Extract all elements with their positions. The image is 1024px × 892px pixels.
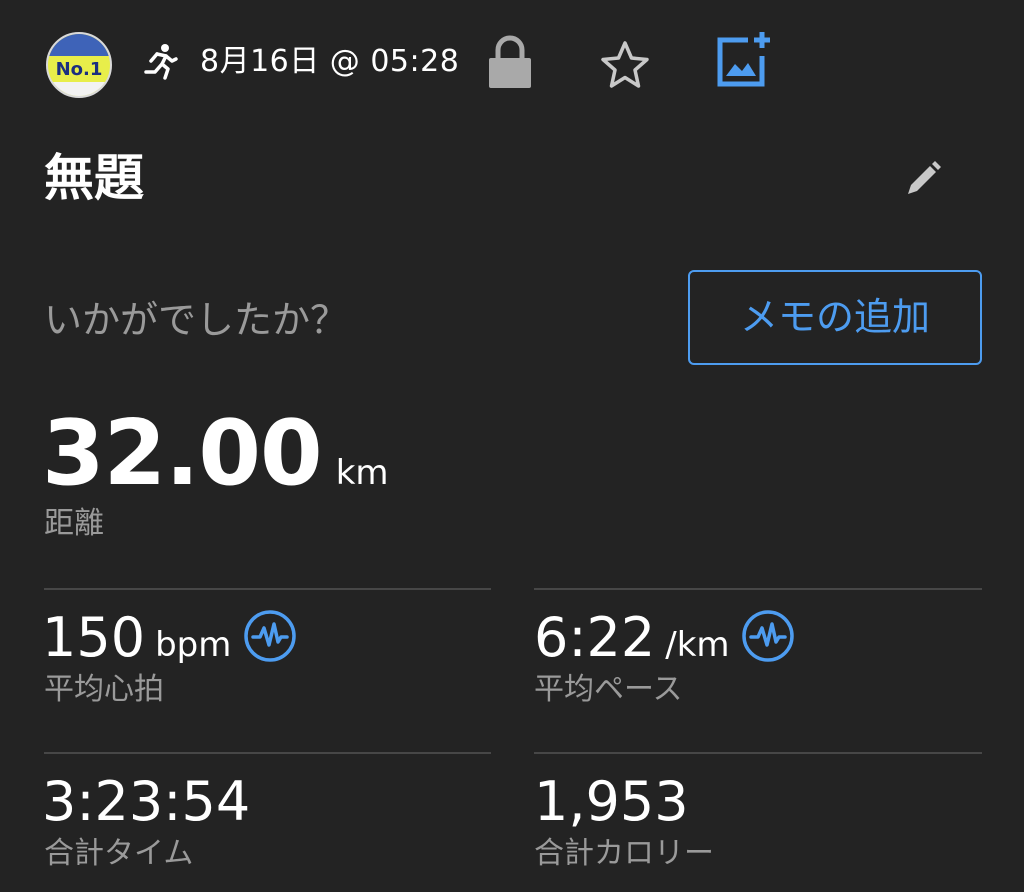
calories-label: 合計カロリー [534,836,714,871]
total-time-value: 3:23:54 [42,770,250,834]
distance-label: 距離 [44,506,104,541]
pulse-icon[interactable] [243,609,297,663]
activity-header: No.1 8月16日 @ 05:28 [0,0,1024,122]
avg-heart-rate-value: 150 bpm [42,606,231,670]
activity-title: 無題 [44,149,144,207]
avg-pace-unit: /km [665,625,730,665]
avg-pace-number: 6:22 [534,606,656,669]
total-time-label: 合計タイム [44,836,194,871]
divider [44,752,491,754]
avg-heart-rate-unit: bpm [155,625,232,665]
add-photo-icon[interactable] [714,30,774,90]
avg-heart-rate-label: 平均心拍 [44,672,164,707]
distance-number: 32.00 [42,401,323,506]
star-icon[interactable] [598,38,652,92]
avg-pace-label: 平均ペース [534,672,683,707]
avatar-band-bottom [48,82,110,96]
total-time-number: 3:23:54 [42,770,251,833]
lock-icon[interactable] [486,34,534,90]
add-memo-button[interactable]: メモの追加 [688,270,982,365]
activity-datetime: 8月16日 @ 05:28 [200,44,460,79]
pencil-icon[interactable] [902,158,944,200]
running-icon [144,44,178,80]
distance-value: 32.00 km [42,402,389,506]
avg-heart-rate-number: 150 [42,606,146,669]
activity-detail: No.1 8月16日 @ 05:28 無題 いかがでしたか？ メモの追加 32.… [0,0,1024,892]
divider [534,752,982,754]
avg-pace-value: 6:22/km [534,606,730,670]
pulse-icon[interactable] [741,609,795,663]
divider [44,588,491,590]
avatar-band-top [48,34,110,56]
avatar[interactable]: No.1 [46,32,112,98]
feedback-prompt: いかがでしたか？ [44,298,349,342]
divider [534,588,982,590]
avatar-number: No.1 [55,59,103,80]
calories-number: 1,953 [534,770,689,833]
distance-unit: km [335,453,389,493]
calories-value: 1,953 [534,770,689,834]
